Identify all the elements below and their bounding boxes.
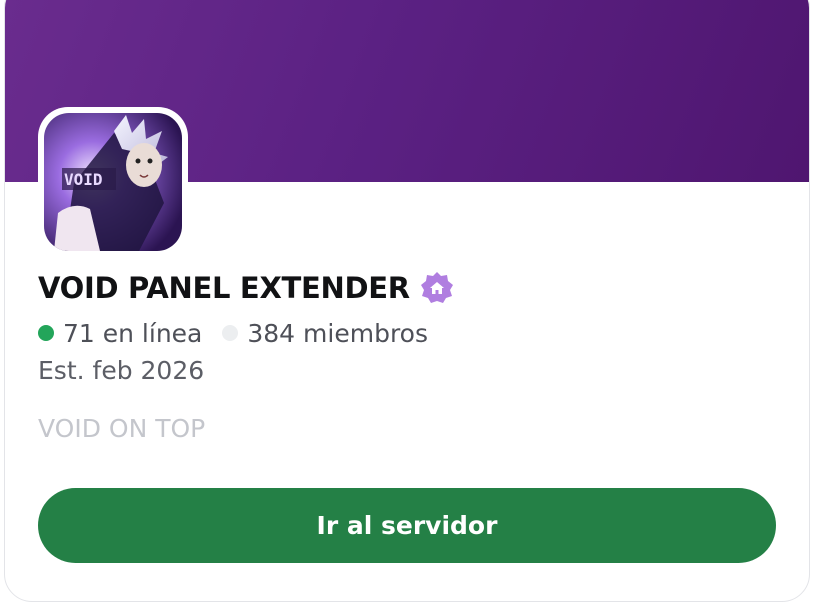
established-date: Est. feb 2026 (38, 356, 205, 385)
go-to-server-button[interactable]: Ir al servidor (38, 488, 776, 563)
online-status-dot (38, 325, 54, 341)
server-stats: 71 en línea 384 miembros (38, 316, 428, 350)
members-dot (222, 325, 239, 341)
avatar-logo-text: VOID (64, 170, 103, 189)
server-description: VOID ON TOP (38, 414, 206, 443)
online-count: 71 en línea (63, 318, 203, 348)
server-avatar: VOID (44, 113, 182, 251)
server-avatar-frame: VOID (38, 107, 188, 257)
server-name: VOID PANEL EXTENDER (38, 271, 410, 305)
server-title-row: VOID PANEL EXTENDER (38, 268, 454, 308)
community-home-badge-icon (420, 272, 453, 303)
member-count: 384 miembros (247, 318, 428, 348)
server-invite-card: VOID VOID PANEL EXTENDER 71 en línea 384… (4, 0, 810, 602)
